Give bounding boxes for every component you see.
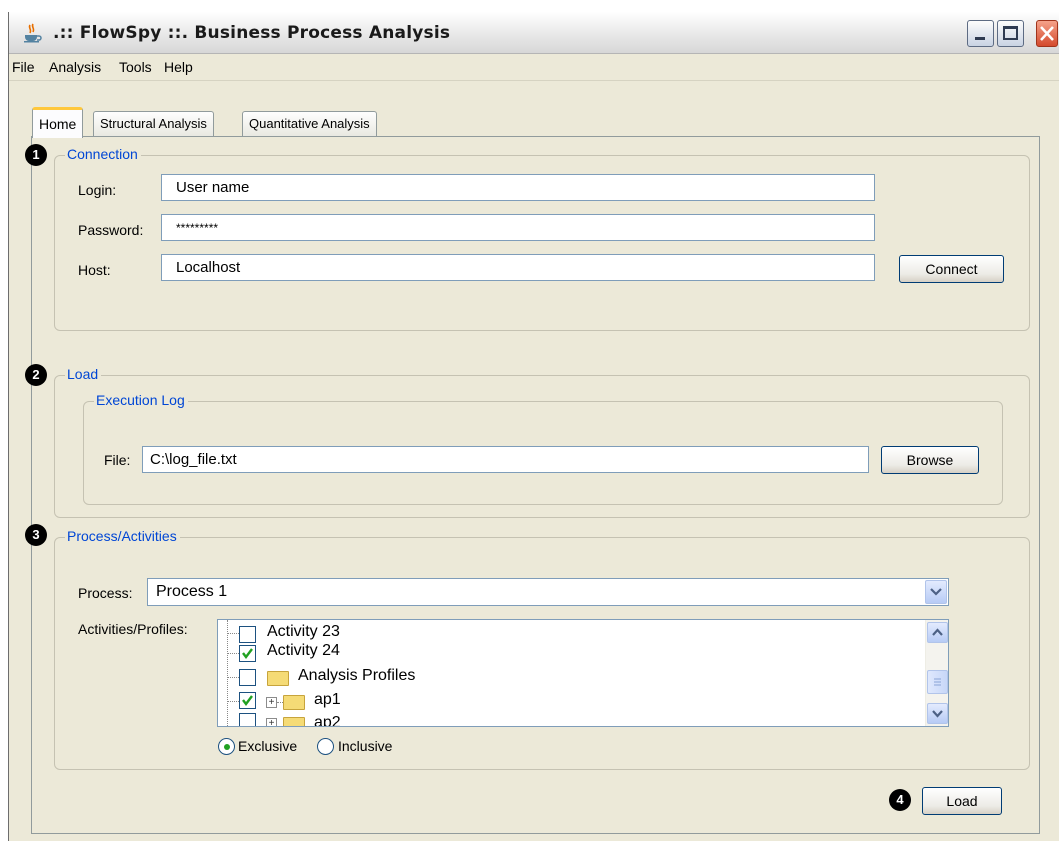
step-2-badge: 2: [25, 364, 47, 386]
tree-connector: [227, 653, 239, 654]
radio-selected-dot: [224, 744, 230, 750]
tree-item-label: ap1: [314, 691, 341, 708]
host-field[interactable]: Localhost: [161, 254, 875, 281]
scroll-thumb[interactable]: [927, 670, 948, 694]
activities-profiles-tree[interactable]: Activity 23 Activity 24 Analysis Profile…: [217, 619, 949, 727]
tab-quantitative-analysis[interactable]: Quantitative Analysis: [242, 111, 377, 137]
minimize-icon: [975, 37, 985, 40]
folder-icon: [283, 695, 305, 710]
tree-item-activity-23[interactable]: Activity 23: [218, 622, 918, 644]
menu-bar: File Analysis Tools Help: [9, 55, 1059, 81]
login-field[interactable]: User name: [161, 174, 875, 201]
login-label: Login:: [78, 182, 117, 198]
tree-connector: [227, 701, 239, 702]
menu-help[interactable]: Help: [164, 59, 193, 75]
scroll-up-button[interactable]: [927, 622, 948, 643]
tree-item-ap2[interactable]: + ap2: [218, 712, 918, 727]
tree-item-analysis-profiles[interactable]: Analysis Profiles: [218, 666, 918, 688]
step-3-badge: 3: [25, 524, 47, 546]
tree-connector: [227, 677, 239, 678]
chevron-down-icon: [932, 710, 943, 718]
tree-item-label: Activity 23: [267, 623, 340, 640]
minimize-button[interactable]: [967, 20, 994, 47]
connection-group: Connection Login: User name Password: **…: [54, 146, 1030, 331]
load-button[interactable]: Load: [922, 787, 1002, 815]
tree-item-label: ap2: [314, 714, 341, 727]
connection-legend: Connection: [65, 146, 141, 162]
exclusive-radio[interactable]: [218, 738, 235, 755]
maximize-button[interactable]: [997, 20, 1024, 47]
home-tab-panel: 1 Connection Login: User name Password: …: [25, 136, 1040, 834]
tree-item-ap1[interactable]: + ap1: [218, 690, 918, 712]
inclusive-label[interactable]: Inclusive: [338, 738, 392, 754]
chevron-up-icon: [932, 628, 943, 636]
java-coffee-cup-icon: [24, 23, 42, 43]
app-window: .:: FlowSpy ::. Business Process Analysi…: [8, 12, 1059, 841]
folder-icon: [283, 717, 305, 726]
connect-button[interactable]: Connect: [899, 255, 1004, 283]
tree-vertical-scrollbar[interactable]: [925, 620, 948, 726]
window-title: .:: FlowSpy ::. Business Process Analysi…: [53, 23, 451, 43]
ap1-checkbox[interactable]: [239, 692, 256, 709]
activity-23-checkbox[interactable]: [239, 626, 256, 643]
browse-button[interactable]: Browse: [881, 446, 979, 474]
inclusive-radio[interactable]: [317, 738, 334, 755]
step-1-badge: 1: [25, 144, 47, 166]
step-4-badge: 4: [889, 789, 911, 811]
title-bar[interactable]: .:: FlowSpy ::. Business Process Analysi…: [9, 12, 1059, 54]
checkmark-icon: [242, 648, 253, 659]
expand-plus-icon[interactable]: +: [266, 697, 277, 708]
chevron-down-icon[interactable]: [925, 580, 947, 604]
process-select[interactable]: Process 1: [147, 578, 949, 606]
maximize-icon: [1003, 26, 1018, 40]
process-activities-legend: Process/Activities: [65, 528, 180, 544]
password-label: Password:: [78, 222, 144, 238]
checkmark-icon: [242, 695, 253, 706]
tree-item-label: Analysis Profiles: [298, 667, 416, 684]
menu-analysis[interactable]: Analysis: [49, 59, 101, 75]
tab-home[interactable]: Home: [32, 107, 84, 138]
grip-icon: [934, 678, 941, 686]
process-label: Process:: [78, 585, 133, 601]
menu-file[interactable]: File: [12, 59, 35, 75]
execution-log-legend: Execution Log: [94, 392, 188, 408]
close-icon: [1040, 26, 1054, 41]
file-path-field[interactable]: C:\log_file.txt: [142, 446, 869, 473]
exclusive-label[interactable]: Exclusive: [238, 738, 297, 754]
ap2-checkbox[interactable]: [239, 713, 256, 726]
scroll-down-button[interactable]: [927, 703, 948, 724]
analysis-profiles-checkbox[interactable]: [239, 669, 256, 686]
tree-item-activity-24[interactable]: Activity 24: [218, 642, 918, 664]
expand-plus-icon[interactable]: +: [266, 718, 277, 726]
close-button[interactable]: [1036, 20, 1058, 47]
password-field[interactable]: *********: [161, 214, 875, 241]
host-label: Host:: [78, 262, 111, 278]
file-label: File:: [104, 452, 131, 468]
load-legend: Load: [65, 366, 102, 382]
tab-structural-analysis[interactable]: Structural Analysis: [93, 111, 214, 137]
activity-24-checkbox[interactable]: [239, 645, 256, 662]
process-activities-group: Process/Activities Process: Process 1 Ac…: [54, 528, 1030, 770]
menu-tools[interactable]: Tools: [119, 59, 152, 75]
folder-icon: [267, 671, 289, 686]
main-content: Home Structural Analysis Quantitative An…: [9, 82, 1059, 841]
execution-log-group: Execution Log File: C:\log_file.txt Brow…: [83, 392, 1003, 505]
activities-profiles-label: Activities/Profiles:: [78, 621, 188, 637]
process-select-value: Process 1: [156, 583, 228, 600]
tree-connector: [227, 633, 239, 634]
tree-item-label: Activity 24: [267, 642, 340, 659]
load-group: Load Execution Log File: C:\log_file.txt…: [54, 366, 1030, 518]
